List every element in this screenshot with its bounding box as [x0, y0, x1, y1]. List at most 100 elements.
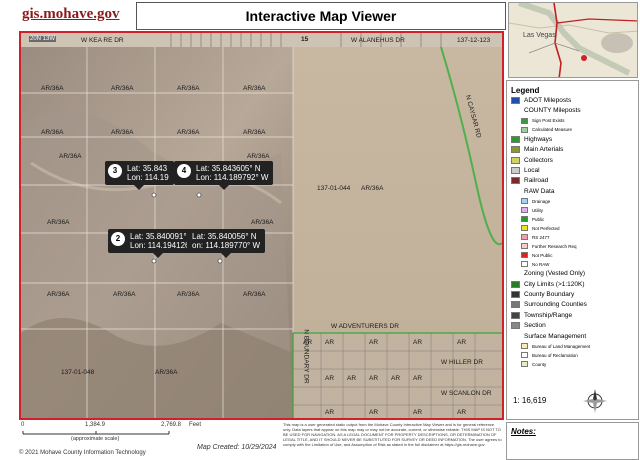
legend-item: Railroad [511, 177, 549, 185]
legend-swatch [521, 352, 528, 358]
lot-label: AR [413, 339, 423, 346]
lot-label: AR [457, 409, 467, 416]
legend-swatch [521, 361, 528, 367]
legend-item: Public [521, 216, 545, 223]
disclaimer-text: This map is a user generated static outp… [283, 422, 502, 447]
legend-item: Drainage [521, 198, 550, 205]
road-label: W SCANLON DR [441, 390, 492, 397]
legend-label: Not Perfected [532, 225, 560, 231]
legend-item: RAW Data [511, 188, 554, 195]
legend-label: Surface Management [524, 332, 587, 340]
parcel-id-label: 137-01-044 [317, 185, 351, 192]
legend-swatch [511, 146, 520, 154]
parcel-zone-label: AR/36A [47, 291, 70, 298]
legend-swatch [511, 322, 520, 330]
parcel-zone-label: AR/36A [113, 291, 136, 298]
parcel-zone-label: AR/36A [111, 85, 134, 92]
copyright-text: © 2021 Mohave County Information Technol… [19, 450, 146, 456]
coordinate-popup-3[interactable]: 3 Lat: 35.843 Lon: 114.19 [105, 161, 174, 190]
lot-label: AR [413, 375, 423, 382]
legend-item: No RAW [521, 261, 550, 268]
parcel-zone-label: AR/36A [177, 85, 200, 92]
legend-label: No RAW [532, 261, 550, 267]
legend-label: Not Public [532, 252, 553, 258]
lot-label: AR [347, 375, 357, 382]
site-logo-link[interactable]: gis.mohave.gov [22, 6, 132, 28]
legend-swatch [511, 301, 520, 309]
parcel-id-label: 137-01-048 [61, 369, 95, 376]
parcel-zone-label: AR/36A [155, 369, 178, 376]
road-label: W ADVENTURERS DR [331, 323, 399, 330]
legend-swatch [521, 117, 528, 124]
lot-label: AR [303, 339, 313, 346]
north-arrow-icon [583, 389, 607, 413]
lot-label: AR [325, 409, 335, 416]
popup-lon: Lon: 114.189792° W [196, 173, 269, 182]
legend-item: Bureau of Reclamation [521, 352, 578, 358]
legend-label: Highways [524, 135, 553, 143]
legend-swatch [511, 177, 520, 185]
legend-label: Utility [532, 207, 543, 213]
legend-item: Collectors [511, 156, 553, 164]
legend-item: County [521, 361, 546, 367]
legend-swatch [511, 97, 520, 104]
parcel-zone-label: AR/36A [361, 185, 384, 192]
road-label: W ALANEHUS DR [351, 37, 405, 44]
legend-label: Surrounding Counties [524, 301, 587, 309]
legend-swatch [521, 207, 528, 214]
legend-swatch [521, 243, 528, 250]
parcel-zone-label: AR/36A [47, 219, 70, 226]
las-vegas-label: Las Vegas [523, 32, 556, 39]
locator-map: Las Vegas [508, 2, 638, 78]
legend-label: ADOT Mileposts [524, 97, 572, 104]
legend-panel: Legend ADOT Mileposts COUNTY Mileposts Sig… [506, 80, 639, 420]
parcel-zone-label: AR/36A [247, 153, 270, 160]
legend-swatch [511, 135, 520, 143]
lot-label: AR [369, 409, 379, 416]
legend-item: Main Arterials [511, 146, 564, 154]
legend-label: COUNTY Mileposts [524, 107, 581, 115]
legend-label: County [532, 361, 547, 367]
map-footer: 0 1,384.9 2,769.8 Feet (approximate scal… [19, 422, 504, 460]
locator-map-graphic: Las Vegas [509, 3, 637, 77]
legend-label: Public [532, 216, 545, 222]
legend-label: Calculated Measure [532, 127, 573, 133]
notes-box: Notes: [506, 422, 639, 460]
legend-swatch [521, 234, 528, 241]
legend-swatch [511, 311, 520, 319]
popup-lat: Lat: 35.843 [127, 164, 168, 173]
map-canvas[interactable]: 20N 13W W KEA RE DR 15 W ALANEHUS DR 137… [19, 31, 504, 420]
legend-swatch [521, 198, 528, 205]
legend-label: Railroad [524, 177, 549, 185]
legend-label: County Boundary [524, 291, 575, 298]
legend-label: Main Arterials [524, 146, 564, 154]
legend-label: RAW Data [524, 187, 555, 195]
lot-label: AR [457, 339, 467, 346]
legend-item: Bureau of Land Management [521, 343, 590, 349]
lot-label: AR [325, 375, 335, 382]
parcel-zone-label: AR/36A [177, 291, 200, 298]
parcel-zone-label: AR/36A [41, 85, 64, 92]
road-label: W HILLER DR [441, 359, 483, 366]
legend-item: Not Public [521, 252, 553, 259]
popup-lat: Lat: 35.840056° N [192, 232, 257, 241]
legend-label: Bureau of Land Management [532, 343, 591, 349]
parcel-zone-label: AR/36A [111, 129, 134, 136]
legend-label: Collectors [524, 156, 553, 164]
legend-label: Township/Range [524, 311, 573, 319]
coordinate-popup-4[interactable]: 4 Lat: 35.843605° N Lon: 114.189792° W [174, 161, 274, 190]
popup-number-badge: 3 [108, 164, 122, 178]
route-label: 15 [301, 36, 309, 43]
lot-label: AR [369, 375, 379, 382]
road-label: W KEA RE DR [81, 37, 124, 44]
popup-lon: on: 114.189770° W [192, 241, 260, 250]
legend-item: ADOT Mileposts [511, 97, 571, 104]
coordinate-popup-1[interactable]: Lat: 35.840056° N on: 114.189770° W [187, 229, 265, 258]
legend-item: Township/Range [511, 311, 573, 319]
legend-item: Not Perfected [521, 225, 560, 232]
legend-label: Further Research Req [532, 243, 577, 249]
legend-item: Sign Post Exists [521, 117, 565, 124]
legend-item: Section [511, 322, 546, 330]
scale-tick-1: 1,384.9 [85, 422, 106, 428]
legend-label: Local [524, 167, 540, 174]
